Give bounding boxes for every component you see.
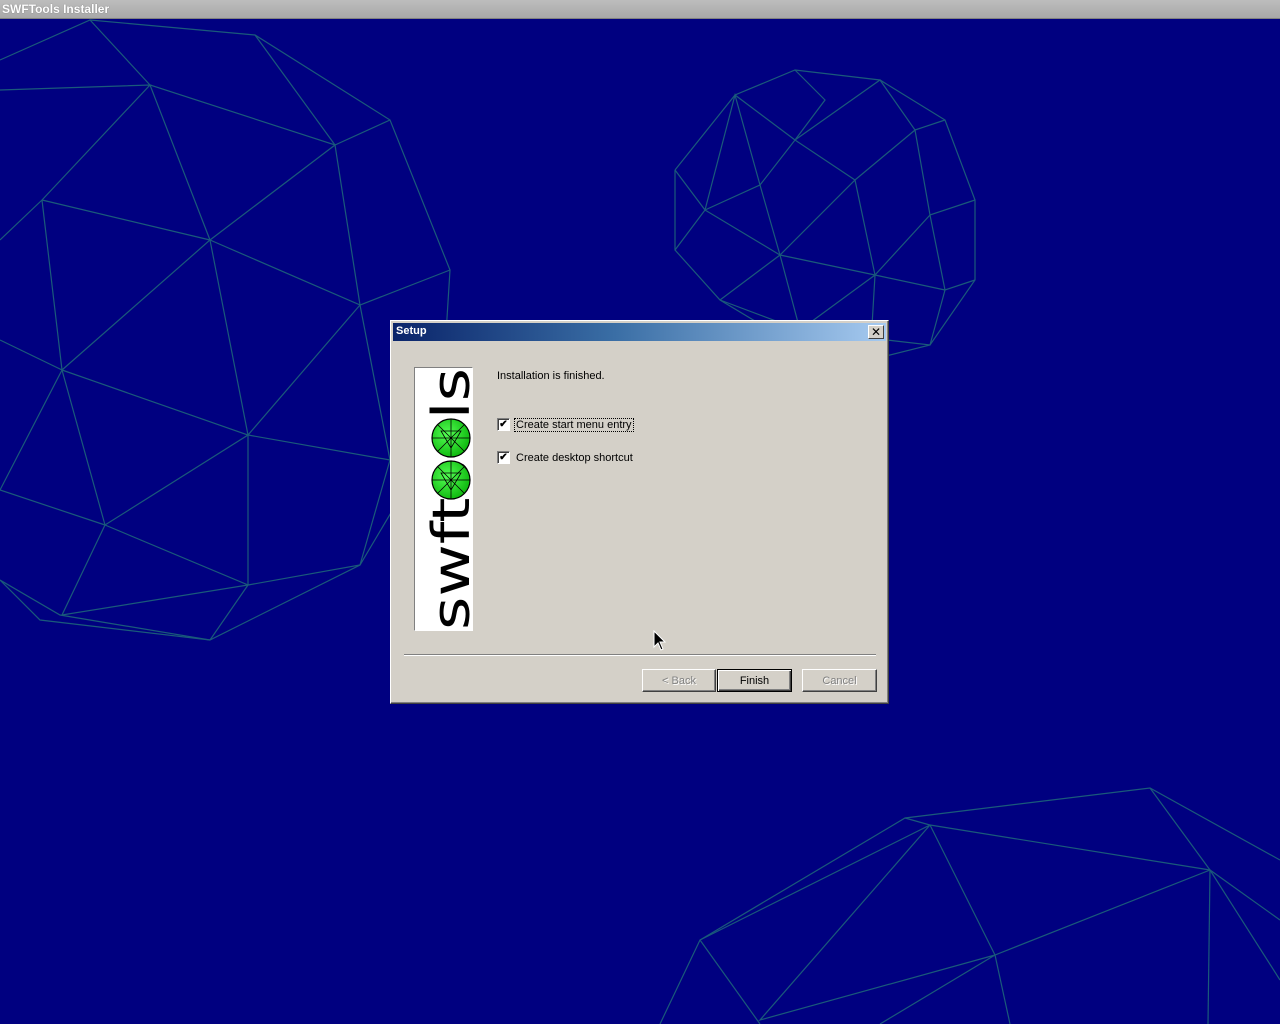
desktop-shortcut-checkbox[interactable]: ✔ xyxy=(497,451,510,464)
dialog-titlebar[interactable]: Setup ✕ xyxy=(393,323,886,341)
desktop-shortcut-option[interactable]: ✔ Create desktop shortcut xyxy=(497,451,634,464)
desktop-shortcut-label[interactable]: Create desktop shortcut xyxy=(515,452,634,464)
cancel-button[interactable]: Cancel xyxy=(802,669,877,692)
swftools-logo: swftools xyxy=(414,367,473,631)
window-titlebar: SWFTools Installer xyxy=(0,0,1280,19)
mouse-cursor-icon xyxy=(653,630,667,651)
check-icon: ✔ xyxy=(499,451,508,463)
start-menu-checkbox[interactable]: ✔ xyxy=(497,418,510,431)
finish-button[interactable]: Finish xyxy=(717,669,792,692)
logo-ball-upper xyxy=(431,418,471,458)
window-title: SWFTools Installer xyxy=(2,2,110,16)
button-separator xyxy=(404,654,876,656)
dialog-title: Setup xyxy=(396,325,427,337)
check-icon: ✔ xyxy=(499,418,508,430)
start-menu-label[interactable]: Create start menu entry xyxy=(514,417,634,432)
back-button[interactable]: < Back xyxy=(642,669,716,692)
installation-status-text: Installation is finished. xyxy=(497,370,605,382)
close-icon: ✕ xyxy=(870,325,882,339)
start-menu-option[interactable]: ✔ Create start menu entry xyxy=(497,417,634,432)
logo-ball-lower xyxy=(431,460,471,500)
setup-dialog: Setup ✕ swftools Installation is finishe… xyxy=(390,320,889,704)
close-button[interactable]: ✕ xyxy=(868,325,884,339)
